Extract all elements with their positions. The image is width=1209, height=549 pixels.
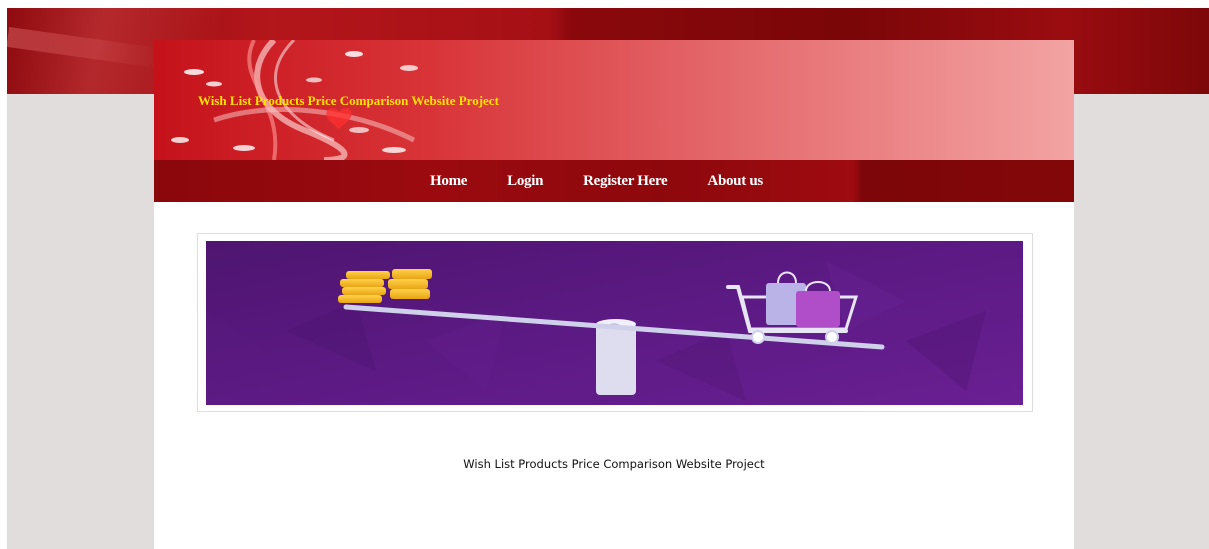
header-banner: Wish List Products Price Comparison Webs… [154, 40, 1074, 160]
nav-link-login[interactable]: Login [507, 173, 543, 190]
nav-link-home[interactable]: Home [430, 173, 467, 190]
site-title: Wish List Products Price Comparison Webs… [198, 93, 499, 108]
nav-link-register[interactable]: Register Here [583, 173, 668, 190]
nav-menu: Home Login Register Here About us [430, 160, 803, 202]
page-caption: Wish List Products Price Comparison Webs… [463, 457, 765, 471]
main-navbar: Home Login Register Here About us [154, 160, 1074, 202]
main-container: Wish List Products Price Comparison Webs… [154, 40, 1074, 549]
banner-image-frame [197, 233, 1033, 412]
page-background: Wish List Products Price Comparison Webs… [7, 8, 1209, 549]
decorative-streak [7, 26, 168, 70]
price-comparison-scale-image [206, 241, 1023, 405]
nav-link-about[interactable]: About us [707, 173, 763, 190]
